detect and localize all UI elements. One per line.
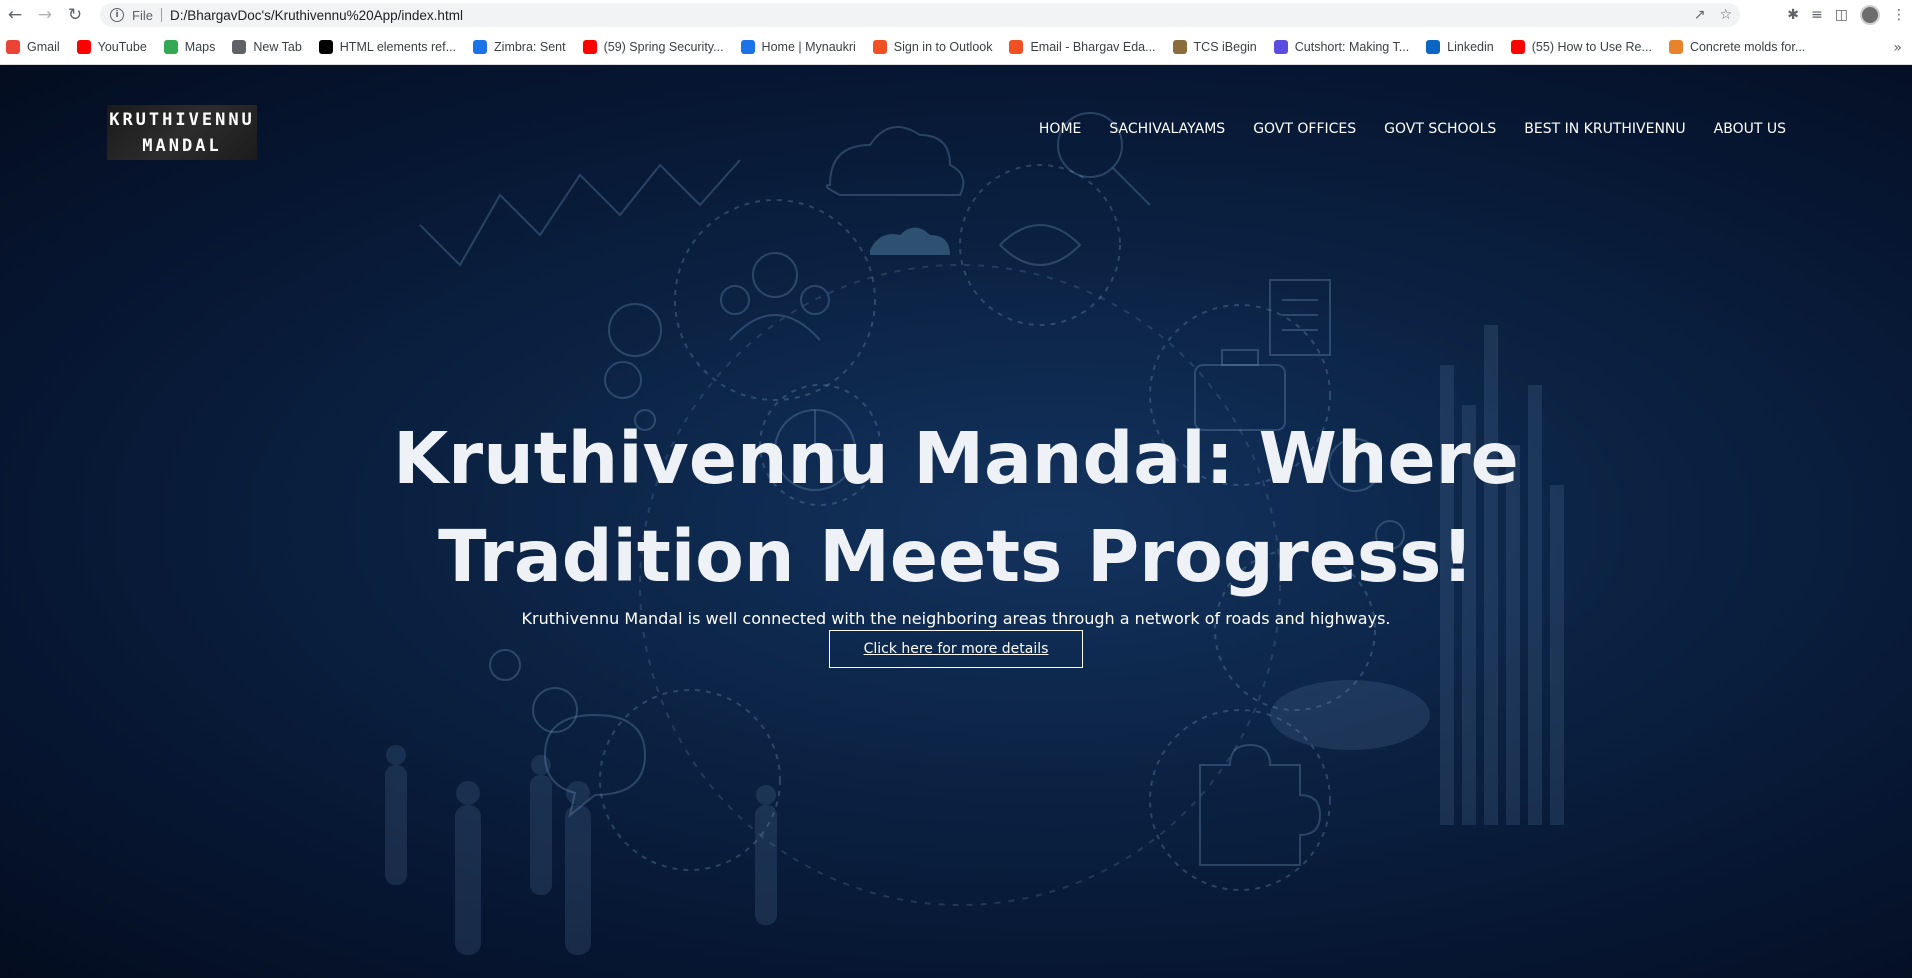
share-icon[interactable]: ↗: [1694, 7, 1706, 23]
linkedin-icon: [1426, 40, 1441, 54]
nav-best-in-kruthivennu[interactable]: BEST IN KRUTHIVENNU: [1524, 121, 1685, 137]
bookmark-label: Zimbra: Sent: [494, 40, 566, 54]
bookmark-label: Linkedin: [1447, 40, 1494, 54]
logo-line2: MANDAL: [142, 135, 222, 156]
bookmark-label: TCS iBegin: [1193, 40, 1257, 54]
youtube-icon: [1510, 40, 1525, 54]
bookmark-item[interactable]: HTML elements ref...: [318, 40, 457, 54]
bookmark-label: Email - Bhargav Eda...: [1030, 40, 1156, 54]
bookmark-label: YouTube: [97, 40, 147, 54]
bookmark-item[interactable]: Gmail: [6, 40, 60, 54]
hero-title-line1: Kruthivennu Mandal: Where: [393, 417, 1519, 500]
globe-icon: [232, 40, 247, 54]
bookmark-item[interactable]: Cutshort: Making T...: [1273, 40, 1410, 54]
hero-title: Kruthivennu Mandal: Where Tradition Meet…: [0, 410, 1912, 606]
star-icon[interactable]: ☆: [1719, 7, 1732, 23]
gmail-icon: [6, 40, 20, 54]
bookmark-item[interactable]: Email - Bhargav Eda...: [1009, 40, 1156, 54]
bookmarks-bar: Gmail YouTube Maps New Tab HTML elements ref…: [0, 30, 1912, 65]
address-bar[interactable]: i File D:/BhargavDoc's/Kruthivennu%20App…: [100, 3, 1740, 27]
back-arrow-icon[interactable]: ←: [0, 0, 30, 30]
site-logo[interactable]: KRUTHIVENNU MANDAL: [107, 105, 257, 160]
bookmark-item[interactable]: New Tab: [232, 40, 302, 54]
avatar[interactable]: [1860, 5, 1880, 25]
hero-section: Kruthivennu Mandal: Where Tradition Meet…: [0, 410, 1912, 668]
bookmark-item[interactable]: (59) Spring Security...: [582, 40, 724, 54]
hero-title-line2: Tradition Meets Progress!: [438, 515, 1474, 598]
bookmark-item[interactable]: Zimbra: Sent: [473, 40, 566, 54]
bookmark-label: Gmail: [27, 40, 60, 54]
bookmark-label: New Tab: [253, 40, 302, 54]
tcs-icon: [1172, 40, 1187, 54]
bookmark-item[interactable]: (55) How to Use Re...: [1510, 40, 1652, 54]
nav-about-us[interactable]: ABOUT US: [1714, 121, 1786, 137]
browser-toolbar: ← → ↻ i File D:/BhargavDoc's/Kruthivennu…: [0, 0, 1912, 30]
bookmark-label: Maps: [184, 40, 216, 54]
logo-line1: KRUTHIVENNU: [109, 109, 255, 130]
microsoft-icon: [872, 40, 887, 54]
naukri-icon: [740, 40, 755, 54]
more-bookmarks-icon[interactable]: »: [1893, 30, 1902, 65]
bookmark-label: Cutshort: Making T...: [1294, 40, 1410, 54]
bookmark-item[interactable]: Sign in to Outlook: [872, 40, 993, 54]
url-text[interactable]: D:/BhargavDoc's/Kruthivennu%20App/index.…: [170, 8, 463, 23]
nav-govt-offices[interactable]: GOVT OFFICES: [1253, 121, 1356, 137]
youtube-icon: [76, 40, 91, 54]
bookmark-item[interactable]: Home | Mynaukri: [740, 40, 856, 54]
reload-icon[interactable]: ↻: [60, 0, 90, 30]
bookmark-item[interactable]: Linkedin: [1426, 40, 1494, 54]
nav-sachivalayams[interactable]: SACHIVALAYAMS: [1109, 121, 1225, 137]
microsoft-icon: [1009, 40, 1024, 54]
bookmark-item[interactable]: Concrete molds for...: [1668, 40, 1806, 54]
youtube-icon: [582, 40, 597, 54]
reading-list-icon[interactable]: ≡: [1811, 7, 1823, 23]
bookmark-label: Sign in to Outlook: [893, 40, 993, 54]
info-icon[interactable]: i: [110, 8, 124, 22]
url-scheme: File: [132, 7, 153, 23]
cutshort-icon: [1273, 40, 1288, 54]
maps-icon: [163, 40, 178, 54]
bookmark-label: Concrete molds for...: [1689, 40, 1806, 54]
forward-arrow-icon[interactable]: →: [30, 0, 60, 30]
extensions-icon[interactable]: ✱: [1787, 7, 1799, 23]
nav-govt-schools[interactable]: GOVT SCHOOLS: [1384, 121, 1496, 137]
more-details-button[interactable]: Click here for more details: [828, 630, 1084, 668]
bookmark-label: HTML elements ref...: [339, 40, 457, 54]
main-nav: HOME SACHIVALAYAMS GOVT OFFICES GOVT SCH…: [1039, 121, 1786, 137]
divider: [160, 8, 162, 22]
bookmark-item[interactable]: Maps: [163, 40, 216, 54]
bookmark-label: (55) How to Use Re...: [1531, 40, 1652, 54]
nav-home[interactable]: HOME: [1039, 121, 1081, 137]
hero-subtitle: Kruthivennu Mandal is well connected wit…: [521, 609, 1391, 628]
bookmark-label: (59) Spring Security...: [603, 40, 724, 54]
bookmark-item[interactable]: TCS iBegin: [1172, 40, 1257, 54]
side-panel-icon[interactable]: ◫: [1835, 7, 1848, 23]
bookmark-label: Home | Mynaukri: [761, 40, 856, 54]
amazon-icon: [1668, 40, 1683, 54]
menu-icon[interactable]: ⋮: [1892, 7, 1906, 23]
web-page: KRUTHIVENNU MANDAL HOME SACHIVALAYAMS GO…: [0, 65, 1912, 978]
mdn-icon: [318, 40, 333, 54]
zimbra-icon: [473, 40, 488, 54]
bookmark-item[interactable]: YouTube: [76, 40, 147, 54]
